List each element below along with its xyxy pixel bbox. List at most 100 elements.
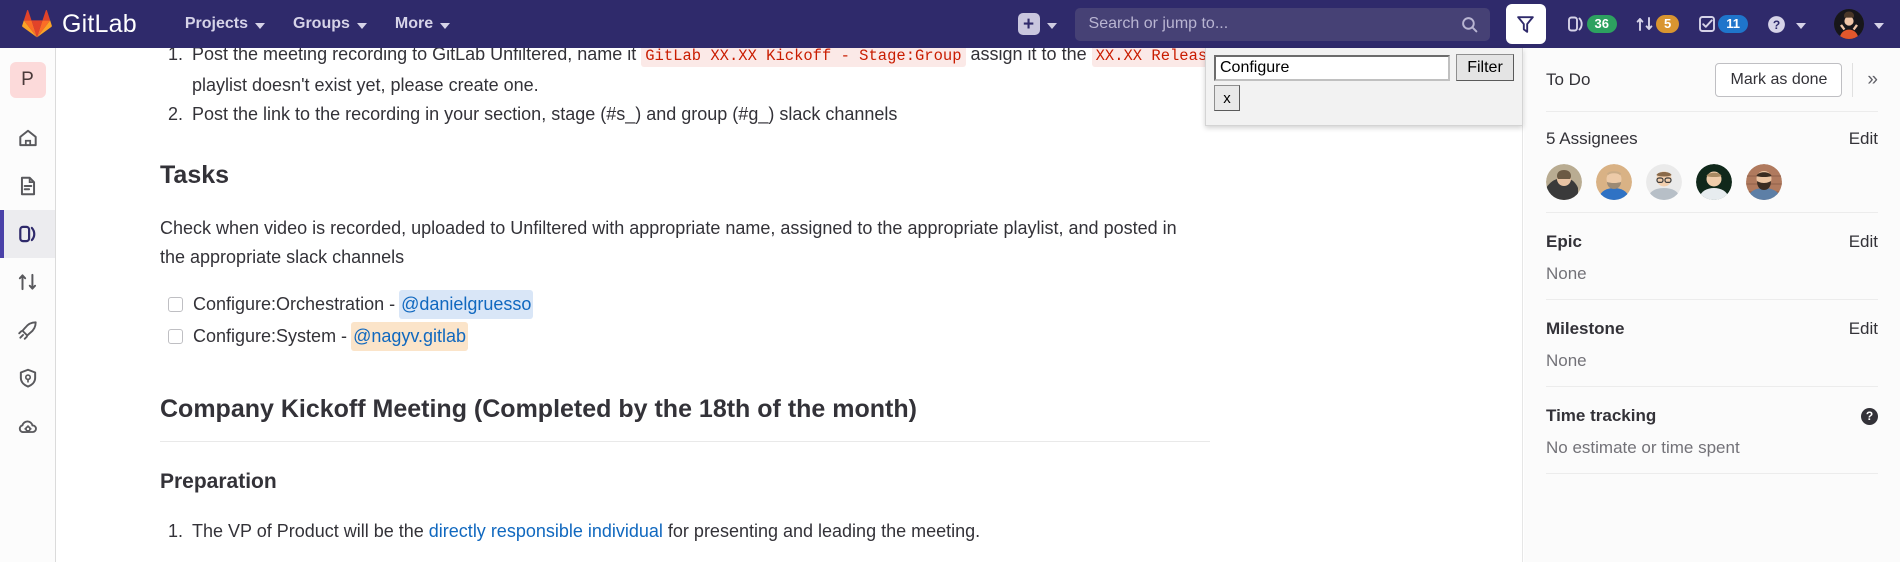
assignees-header: 5 Assignees Edit bbox=[1546, 126, 1878, 152]
home-icon bbox=[18, 129, 37, 147]
avatar[interactable] bbox=[1546, 164, 1582, 200]
merge-request-icon bbox=[1636, 17, 1653, 31]
sidebar-item-deployments[interactable] bbox=[0, 402, 55, 450]
chevron-down-icon bbox=[1046, 23, 1057, 29]
question-circle-icon: ? bbox=[1768, 15, 1785, 33]
document-icon bbox=[20, 176, 35, 196]
issues-count-badge: 36 bbox=[1586, 15, 1618, 33]
assignee-avatar-list bbox=[1546, 164, 1878, 200]
todo-row: To Do Mark as done » bbox=[1546, 63, 1878, 97]
list-item-number: 1. bbox=[168, 521, 184, 542]
tasks-heading: Tasks bbox=[160, 161, 230, 189]
plus-square-icon: + bbox=[1017, 13, 1040, 35]
project-avatar[interactable]: P bbox=[9, 62, 46, 98]
avatar[interactable] bbox=[1746, 164, 1782, 200]
svg-text:?: ? bbox=[1773, 18, 1780, 32]
text-fragment: The VP of Product will be the bbox=[192, 521, 429, 542]
create-new-button[interactable]: + bbox=[1017, 13, 1057, 35]
todo-label: To Do bbox=[1546, 70, 1591, 89]
todo-check-icon bbox=[1699, 16, 1716, 32]
milestone-value: None bbox=[1546, 351, 1587, 370]
chevron-down-icon bbox=[440, 23, 451, 29]
list-item-text: The VP of Product will be the directly r… bbox=[192, 521, 980, 541]
top-navbar: GitLab Projects Groups More + Search or … bbox=[0, 0, 1900, 48]
dri-link[interactable]: directly responsible individual bbox=[429, 521, 663, 541]
todo-block: To Do Mark as done » bbox=[1546, 48, 1878, 112]
chevron-down-icon bbox=[1874, 23, 1884, 29]
epic-edit-button[interactable]: Edit bbox=[1849, 232, 1878, 252]
filter-funnel-icon bbox=[1517, 15, 1534, 33]
time-tracking-title: Time tracking bbox=[1546, 406, 1657, 425]
todos-count-badge: 11 bbox=[1718, 15, 1748, 33]
assignees-edit-button[interactable]: Edit bbox=[1849, 129, 1878, 149]
milestone-title: Milestone bbox=[1546, 319, 1625, 338]
filter-submit-button[interactable]: Filter bbox=[1456, 54, 1514, 81]
find-input[interactable] bbox=[1214, 54, 1450, 81]
help-menu[interactable]: ? bbox=[1758, 4, 1814, 44]
rocket-icon bbox=[17, 321, 37, 340]
nav-item-more[interactable]: More bbox=[381, 0, 464, 48]
epic-block: Epic Edit None bbox=[1546, 213, 1878, 300]
cloud-gear-icon bbox=[18, 420, 37, 433]
task-list: Configure:Orchestration - @danielgruesso… bbox=[160, 290, 1522, 351]
search-input[interactable]: Search or jump to... bbox=[1074, 7, 1490, 41]
sidebar-item-issues[interactable] bbox=[0, 210, 55, 258]
user-mention-link[interactable]: @danielgruesso bbox=[399, 290, 534, 319]
list-item: 1. The VP of Product will be the directl… bbox=[160, 517, 1522, 546]
task-label: Configure:Orchestration - bbox=[193, 294, 396, 314]
user-menu[interactable] bbox=[1816, 4, 1884, 44]
search-icon bbox=[1461, 16, 1477, 32]
task-list-item[interactable]: Configure:System - @nagyv.gitlab bbox=[160, 322, 1522, 351]
navbar-left-group: GitLab Projects Groups More bbox=[0, 0, 464, 48]
nav-item-projects[interactable]: Projects bbox=[171, 0, 279, 48]
issues-counter[interactable]: 36 bbox=[1558, 4, 1625, 44]
sidebar-item-merge-requests[interactable] bbox=[0, 258, 55, 306]
list-item-text: Post the link to the recording in your s… bbox=[192, 104, 898, 124]
task-checkbox[interactable] bbox=[168, 297, 183, 312]
find-row: Filter bbox=[1214, 54, 1514, 81]
question-circle-icon[interactable]: ? bbox=[1861, 407, 1878, 425]
assignees-block: 5 Assignees Edit bbox=[1546, 112, 1878, 213]
filter-button[interactable] bbox=[1505, 4, 1546, 44]
milestone-edit-button[interactable]: Edit bbox=[1849, 319, 1878, 339]
sidebar-item-ci-cd[interactable] bbox=[0, 306, 55, 354]
navbar-right-group: + Search or jump to... 36 5 11 ? bbox=[1017, 0, 1900, 48]
task-checkbox[interactable] bbox=[168, 329, 183, 344]
list-item-number: 1. bbox=[168, 48, 184, 64]
avatar[interactable] bbox=[1696, 164, 1732, 200]
nav-item-groups[interactable]: Groups bbox=[279, 0, 381, 48]
merge-request-icon bbox=[18, 273, 36, 291]
task-list-item[interactable]: Configure:Orchestration - @danielgruesso bbox=[160, 290, 1522, 319]
time-tracking-header: Time tracking ? bbox=[1546, 403, 1878, 429]
nav-item-groups-label: Groups bbox=[293, 15, 350, 32]
nav-item-more-label: More bbox=[394, 15, 434, 32]
company-kickoff-heading: Company Kickoff Meeting (Completed by th… bbox=[160, 395, 917, 423]
issues-icon bbox=[1567, 16, 1583, 32]
merge-requests-counter[interactable]: 5 bbox=[1627, 4, 1687, 44]
chevron-down-icon bbox=[1796, 23, 1806, 29]
user-mention-link[interactable]: @nagyv.gitlab bbox=[351, 322, 469, 351]
double-chevron-right-icon[interactable]: » bbox=[1852, 63, 1878, 97]
task-label: Configure:System - bbox=[193, 326, 348, 346]
avatar[interactable] bbox=[1596, 164, 1632, 200]
text-fragment: Post the meeting recording to GitLab Unf… bbox=[192, 48, 642, 64]
assignees-title: 5 Assignees bbox=[1546, 129, 1638, 148]
epic-title: Epic bbox=[1546, 232, 1582, 251]
mark-as-done-button[interactable]: Mark as done bbox=[1715, 63, 1843, 97]
merge-requests-count-badge: 5 bbox=[1656, 15, 1680, 33]
time-tracking-block: Time tracking ? No estimate or time spen… bbox=[1546, 387, 1878, 474]
nav-item-projects-label: Projects bbox=[184, 15, 248, 32]
brand-name[interactable]: GitLab bbox=[62, 11, 137, 37]
avatar[interactable] bbox=[1646, 164, 1682, 200]
todos-counter[interactable]: 11 bbox=[1689, 4, 1756, 44]
find-filter-overlay: Filter x bbox=[1205, 48, 1523, 126]
milestone-block: Milestone Edit None bbox=[1546, 300, 1878, 387]
close-overlay-button[interactable]: x bbox=[1214, 85, 1240, 111]
gitlab-tanuki-logo-icon[interactable] bbox=[22, 9, 52, 39]
sidebar-item-repository[interactable] bbox=[0, 162, 55, 210]
sidebar-item-security-compliance[interactable] bbox=[0, 354, 55, 402]
sidebar-item-project-overview[interactable] bbox=[0, 114, 55, 162]
user-avatar bbox=[1834, 9, 1864, 39]
search-placeholder: Search or jump to... bbox=[1088, 15, 1229, 32]
